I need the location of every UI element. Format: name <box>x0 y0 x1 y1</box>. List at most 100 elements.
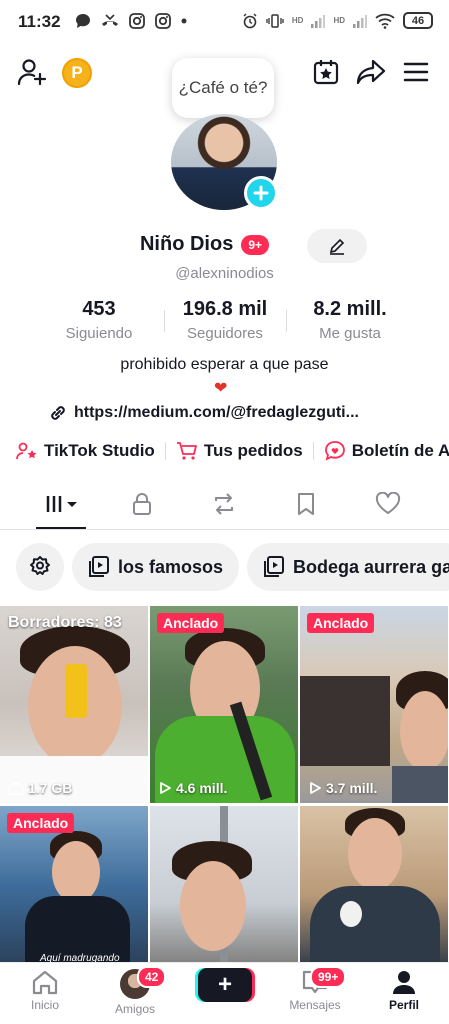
nav-label: Inicio <box>30 998 59 1012</box>
thumbnail-art <box>392 766 448 803</box>
video-thumbnail[interactable]: Anclado 4.6 mill. <box>150 606 298 803</box>
lock-icon <box>133 493 151 515</box>
nav-profile[interactable]: Perfil <box>364 969 444 1012</box>
name-row: Niño Dios 9+ <box>0 233 449 256</box>
stat-following[interactable]: 453 Siguiendo <box>34 298 164 342</box>
create-button[interactable]: + <box>198 968 252 1002</box>
play-icon <box>310 782 321 794</box>
add-story-button[interactable] <box>244 176 278 210</box>
quick-link-label: TikTok Studio <box>44 441 155 460</box>
pinned-badge: Anclado <box>157 613 225 633</box>
video-size: 1.7 GB <box>8 780 72 796</box>
tab-videos[interactable] <box>26 478 96 530</box>
friends-badge: 42 <box>137 966 167 988</box>
battery-icon: 46 <box>403 12 433 29</box>
chip-label: Bodega aurrera ga <box>293 556 449 577</box>
playlist-chip[interactable]: los famosos <box>72 543 240 591</box>
hd-label: HD <box>291 16 304 25</box>
stat-followers[interactable]: 196.8 mil Seguidores <box>160 298 290 342</box>
note-bubble[interactable]: ¿Café o té? <box>172 58 274 118</box>
chip-label: los famosos <box>118 556 224 577</box>
video-thumbnail[interactable]: Anclado 3.7 mill. <box>300 606 448 803</box>
quick-link-newsletter[interactable]: Boletín de A <box>324 441 449 461</box>
calendar-star-icon[interactable] <box>310 56 342 88</box>
pinned-badge: Anclado <box>307 613 375 633</box>
profile-handle: @alexninodios <box>175 265 274 282</box>
menu-icon[interactable] <box>400 56 432 88</box>
more-notifications-dot-icon <box>181 18 187 24</box>
name-badge[interactable]: 9+ <box>241 234 270 255</box>
divider <box>164 442 166 460</box>
thumbnail-art <box>310 886 440 968</box>
edit-profile-button[interactable] <box>307 229 367 263</box>
thumbnail-art <box>65 664 87 718</box>
grid-videos-icon <box>46 496 77 512</box>
stat-label: Seguidores <box>187 325 263 342</box>
quick-link-tiktok-studio[interactable]: TikTok Studio <box>16 441 155 461</box>
video-size-text: 1.7 GB <box>28 780 73 796</box>
signal-icon <box>311 14 326 28</box>
view-count: 3.7 mill. <box>308 780 377 796</box>
tab-saved[interactable] <box>271 478 341 530</box>
pinned-badge: Anclado <box>7 813 75 833</box>
bio-emoji: ❤ <box>214 380 228 397</box>
stat-label: Siguiendo <box>65 325 133 342</box>
stat-likes[interactable]: 8.2 mill. Me gusta <box>285 298 415 342</box>
drafts-icon <box>8 782 24 795</box>
status-time: 11:32 <box>18 12 61 31</box>
stat-value: 196.8 mil <box>182 298 268 320</box>
bio-text: prohibido esperar a que pase <box>120 356 329 373</box>
video-thumbnail-drafts[interactable]: Borradores: 83 1.7 GB <box>0 606 148 803</box>
gear-icon <box>30 556 50 575</box>
add-friend-icon[interactable] <box>16 56 48 88</box>
link-icon <box>51 406 65 420</box>
video-thumbnail[interactable] <box>150 806 298 968</box>
pencil-icon <box>329 238 345 255</box>
video-thumbnail[interactable] <box>300 806 448 968</box>
profile-icon <box>393 971 415 994</box>
nav-label: Perfil <box>388 998 419 1012</box>
drafts-label: Borradores: 83 <box>8 614 122 631</box>
instagram-icon <box>129 13 145 29</box>
tab-private[interactable] <box>107 478 177 530</box>
playlist-icon <box>264 556 285 577</box>
coin-icon[interactable]: P <box>62 58 92 88</box>
thumbnail-art <box>348 818 402 890</box>
playlist-chips: los famosos Bodega aurrera ga <box>16 543 449 591</box>
profile-link[interactable]: https://medium.com/@fredaglezguti... <box>48 403 359 423</box>
profile-name: Niño Dios <box>139 233 234 255</box>
playlist-chip[interactable]: Bodega aurrera ga <box>247 543 449 591</box>
quick-link-label: Tus pedidos <box>203 441 303 460</box>
instagram-icon <box>155 13 171 29</box>
hd-label: HD <box>333 16 345 25</box>
view-count: 4.6 mill. <box>158 780 227 796</box>
link-text: https://medium.com/@fredaglezguti... <box>74 404 359 421</box>
nav-home[interactable]: Inicio <box>5 969 85 1012</box>
home-icon <box>32 970 58 995</box>
active-tab-indicator <box>36 527 86 529</box>
bookmark-icon <box>298 493 314 515</box>
status-bar: 11:32 HD HD 46 <box>0 0 449 44</box>
nav-friends[interactable]: 42 Amigos <box>95 966 175 1016</box>
tab-liked[interactable] <box>353 478 423 530</box>
thumbnail-art <box>52 841 100 903</box>
signal-icon <box>353 14 367 28</box>
quick-links: TikTok Studio Tus pedidos Boletín de A <box>16 441 449 461</box>
plus-icon <box>253 185 269 201</box>
tab-reposts[interactable] <box>189 478 259 530</box>
thumbnail-art <box>180 861 246 951</box>
quick-link-label: Boletín de A <box>351 441 449 460</box>
notification-icons <box>75 13 187 29</box>
nav-label: Amigos <box>114 1002 155 1016</box>
playlist-settings-chip[interactable] <box>16 543 64 591</box>
view-count-text: 4.6 mill. <box>176 780 228 796</box>
stat-label: Me gusta <box>319 325 381 342</box>
system-icons: HD HD 46 <box>242 12 433 29</box>
stat-value: 453 <box>82 298 116 320</box>
play-icon <box>160 782 171 794</box>
nav-inbox[interactable]: 99+ Mensajes <box>275 966 355 1012</box>
quick-link-orders[interactable]: Tus pedidos <box>176 441 303 461</box>
video-thumbnail[interactable]: Anclado Aquí madrugando <box>0 806 148 968</box>
person-star-icon <box>16 442 37 460</box>
share-icon[interactable] <box>355 56 387 88</box>
